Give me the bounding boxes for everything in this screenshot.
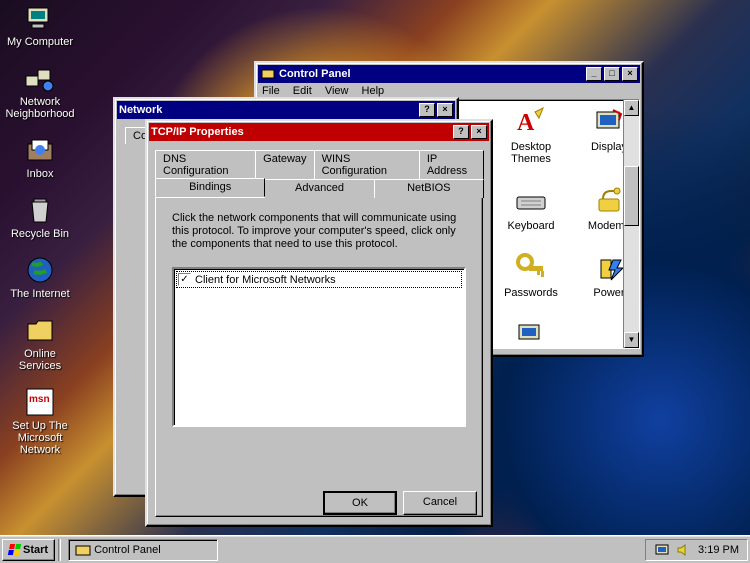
- scroll-track[interactable]: [624, 116, 639, 332]
- cp-item-generic[interactable]: [497, 319, 565, 349]
- network-neighborhood-icon: [24, 62, 56, 94]
- scroll-up-button[interactable]: ▲: [624, 100, 639, 116]
- folder-icon: [24, 314, 56, 346]
- tab-bindings[interactable]: Bindings: [155, 178, 265, 197]
- menu-file[interactable]: File: [262, 85, 280, 97]
- task-button-label: Control Panel: [94, 544, 161, 556]
- cp-item-label: Keyboard: [507, 220, 554, 232]
- modems-icon: [593, 185, 625, 217]
- minimize-button[interactable]: _: [586, 67, 602, 81]
- desktop-icon-label: Online Services: [4, 348, 76, 372]
- desktop-icon-label: The Internet: [10, 288, 69, 300]
- window-title: Network: [119, 104, 419, 116]
- desktop-icon-network-neighborhood[interactable]: Network Neighborhood: [4, 62, 76, 120]
- tray-display-icon: [654, 542, 670, 558]
- ok-button[interactable]: OK: [323, 491, 397, 515]
- menu-view[interactable]: View: [325, 85, 349, 97]
- close-button[interactable]: ×: [471, 125, 487, 139]
- cp-item-label: Power: [593, 287, 624, 299]
- cp-item-keyboard[interactable]: Keyboard: [497, 185, 565, 232]
- desktop-icon-recycle-bin[interactable]: Recycle Bin: [4, 194, 76, 240]
- keyboard-icon: [515, 185, 547, 217]
- tcpip-tabs-row2: Bindings Advanced NetBIOS: [149, 178, 489, 197]
- tab-netbios[interactable]: NetBIOS: [374, 179, 484, 198]
- windows-logo-icon: [8, 544, 21, 555]
- tab-dns-configuration[interactable]: DNS Configuration: [155, 150, 256, 179]
- desktop-icons: My Computer Network Neighborhood Inbox R…: [4, 2, 76, 470]
- tcpip-titlebar[interactable]: TCP/IP Properties ? ×: [149, 123, 489, 141]
- svg-text:A: A: [517, 110, 535, 136]
- tab-ip-address[interactable]: IP Address: [419, 150, 484, 179]
- tcpip-tabs-row1: DNS Configuration Gateway WINS Configura…: [149, 149, 489, 178]
- desktop-icon-msn-setup[interactable]: msn Set Up The Microsoft Network: [4, 386, 76, 456]
- menu-help[interactable]: Help: [362, 85, 385, 97]
- svg-text:msn: msn: [29, 394, 50, 405]
- desktop-icon-online-services[interactable]: Online Services: [4, 314, 76, 372]
- cp-item-passwords[interactable]: Passwords: [497, 252, 565, 299]
- cp-item-label: Passwords: [504, 287, 558, 299]
- taskbar: Start Control Panel 3:19 PM: [0, 535, 750, 563]
- control-panel-titlebar[interactable]: Control Panel _ □ ×: [258, 65, 640, 83]
- close-button[interactable]: ×: [622, 67, 638, 81]
- desktop-icon-inbox[interactable]: Inbox: [4, 134, 76, 180]
- system-tray[interactable]: 3:19 PM: [645, 539, 748, 561]
- recycle-bin-icon: [24, 194, 56, 226]
- dialog-title: TCP/IP Properties: [151, 126, 453, 138]
- tab-wins-configuration[interactable]: WINS Configuration: [314, 150, 420, 179]
- tray-volume-icon: [676, 542, 692, 558]
- desktop-icon-label: Recycle Bin: [11, 228, 69, 240]
- close-button[interactable]: ×: [437, 103, 453, 117]
- scroll-thumb[interactable]: [624, 166, 639, 226]
- tab-gateway[interactable]: Gateway: [255, 150, 314, 179]
- start-label: Start: [23, 544, 48, 556]
- desktop-icon-label: Network Neighborhood: [4, 96, 76, 120]
- desktop-icon-label: Set Up The Microsoft Network: [4, 420, 76, 456]
- tab-advanced[interactable]: Advanced: [264, 179, 374, 198]
- bindings-instructions: Click the network components that will c…: [172, 212, 466, 251]
- desktop-themes-icon: A: [515, 106, 547, 138]
- taskbar-task-control-panel[interactable]: Control Panel: [68, 539, 218, 561]
- computer-partial-icon: [515, 319, 547, 349]
- cp-item-label: Desktop Themes: [497, 141, 565, 165]
- help-button[interactable]: ?: [419, 103, 435, 117]
- binding-item-label: Client for Microsoft Networks: [195, 274, 336, 286]
- start-button[interactable]: Start: [2, 539, 55, 561]
- scroll-down-button[interactable]: ▼: [624, 332, 639, 348]
- desktop-icon-the-internet[interactable]: The Internet: [4, 254, 76, 300]
- bindings-panel: Click the network components that will c…: [155, 197, 483, 517]
- control-panel-icon: [260, 66, 276, 82]
- power-icon: [593, 252, 625, 284]
- maximize-button[interactable]: □: [604, 67, 620, 81]
- bindings-listbox[interactable]: ✓ Client for Microsoft Networks: [172, 267, 466, 427]
- scrollbar-vertical[interactable]: ▲ ▼: [623, 100, 639, 348]
- msn-icon: msn: [24, 386, 56, 418]
- clock: 3:19 PM: [698, 544, 739, 556]
- desktop-icon-label: Inbox: [27, 168, 54, 180]
- dialog-buttons: OK Cancel: [323, 491, 477, 515]
- desktop-icon-my-computer[interactable]: My Computer: [4, 2, 76, 48]
- network-titlebar[interactable]: Network ? ×: [117, 101, 455, 119]
- folder-small-icon: [75, 542, 91, 558]
- help-button[interactable]: ?: [453, 125, 469, 139]
- desktop-icon-label: My Computer: [7, 36, 73, 48]
- menu-edit[interactable]: Edit: [293, 85, 312, 97]
- inbox-icon: [24, 134, 56, 166]
- binding-item[interactable]: ✓ Client for Microsoft Networks: [176, 271, 462, 288]
- display-icon: [593, 106, 625, 138]
- cancel-button[interactable]: Cancel: [403, 491, 477, 515]
- checkbox-icon[interactable]: ✓: [178, 273, 191, 286]
- passwords-icon: [515, 252, 547, 284]
- globe-icon: [24, 254, 56, 286]
- computer-icon: [24, 2, 56, 34]
- window-title: Control Panel: [279, 68, 586, 80]
- cp-item-label: Display: [591, 141, 627, 153]
- taskbar-divider: [58, 539, 61, 561]
- tcpip-properties-dialog[interactable]: TCP/IP Properties ? × DNS Configuration …: [145, 119, 493, 527]
- cp-item-desktop-themes[interactable]: A Desktop Themes: [497, 106, 565, 165]
